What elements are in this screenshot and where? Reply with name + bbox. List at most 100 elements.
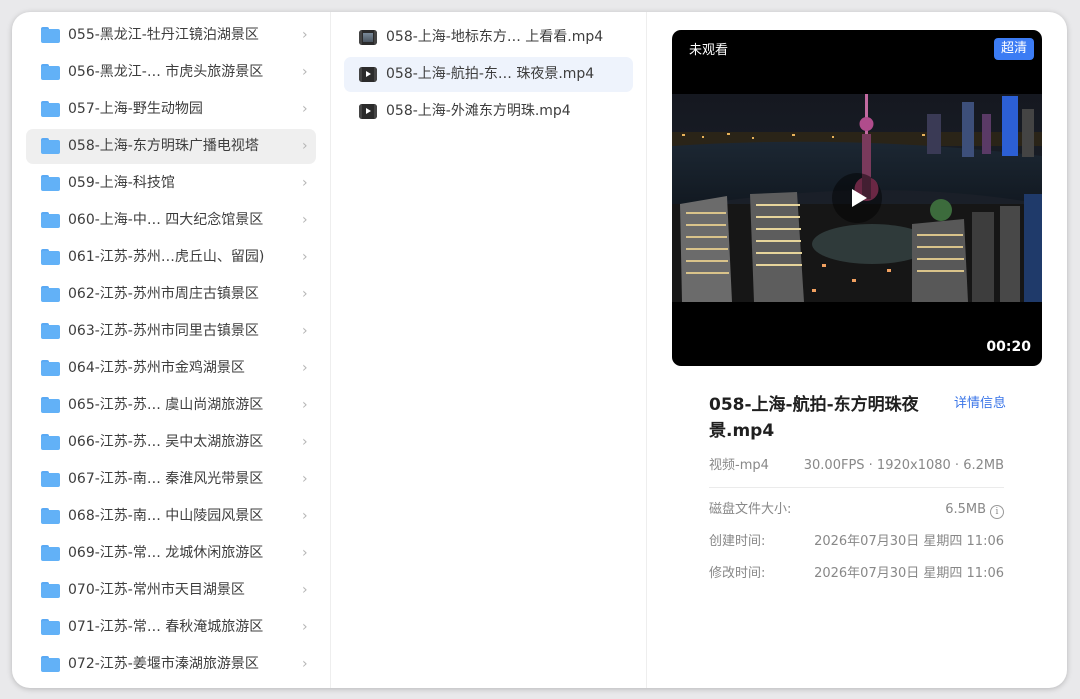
folder-icon: [41, 582, 60, 598]
folder-item[interactable]: 072-江苏-姜堰市溱湖旅游景区 ›: [26, 647, 316, 682]
disk-size-value-group: 6.5MB i: [945, 501, 1004, 519]
folder-label: 069-江苏-常… 龙城休闲旅游区: [68, 545, 264, 561]
folder-icon: [41, 27, 60, 43]
folder-icon: [41, 619, 60, 635]
chevron-right-icon: ›: [302, 175, 308, 191]
folder-item[interactable]: 056-黑龙江-… 市虎头旅游景区 ›: [26, 55, 316, 90]
file-label: 058-上海-外滩东方明珠.mp4: [386, 103, 571, 119]
file-item[interactable]: 058-上海-外滩东方明珠.mp4: [344, 94, 633, 129]
folder-icon: [41, 434, 60, 450]
watch-status-label: 未观看: [689, 43, 729, 58]
video-file-icon: [359, 30, 377, 45]
preview-panel: 未观看 超清 00:20 058-上海-航拍-东方明珠夜景.mp4 详情信息 视…: [646, 12, 1067, 688]
folder-item[interactable]: 062-江苏-苏州市周庄古镇景区 ›: [26, 277, 316, 312]
folder-icon: [41, 471, 60, 487]
chevron-right-icon: ›: [302, 101, 308, 117]
file-column[interactable]: 058-上海-地标东方… 上看看.mp4 058-上海-航拍-东… 珠夜景.mp…: [330, 12, 647, 688]
details-link[interactable]: 详情信息: [954, 395, 1006, 413]
file-label: 058-上海-地标东方… 上看看.mp4: [386, 29, 604, 45]
folder-item[interactable]: 070-江苏-常州市天目湖景区 ›: [26, 573, 316, 608]
folder-label: 058-上海-东方明珠广播电视塔: [68, 138, 259, 154]
folder-label: 063-江苏-苏州市同里古镇景区: [68, 323, 259, 339]
chevron-right-icon: ›: [302, 64, 308, 80]
file-item[interactable]: 058-上海-地标东方… 上看看.mp4: [344, 20, 633, 55]
file-label: 058-上海-航拍-东… 珠夜景.mp4: [386, 66, 595, 82]
folder-label: 066-江苏-苏… 吴中太湖旅游区: [68, 434, 264, 450]
folder-label: 062-江苏-苏州市周庄古镇景区: [68, 286, 259, 302]
quality-badge: 超清: [993, 38, 1034, 60]
file-item-selected[interactable]: 058-上海-航拍-东… 珠夜景.mp4: [344, 57, 633, 92]
modified-time-value: 2026年07月30日 星期四 11:06: [814, 566, 1004, 581]
folder-label: 071-江苏-常… 春秋淹城旅游区: [68, 619, 264, 635]
disk-size-value: 6.5MB: [945, 502, 986, 517]
folder-icon: [41, 323, 60, 339]
folder-item-selected[interactable]: 058-上海-东方明珠广播电视塔 ›: [26, 129, 316, 164]
folder-icon: [41, 360, 60, 376]
folder-item[interactable]: 065-江苏-苏… 虞山尚湖旅游区 ›: [26, 388, 316, 423]
file-type: 视频-mp4: [709, 458, 769, 473]
folder-label: 065-江苏-苏… 虞山尚湖旅游区: [68, 397, 264, 413]
folder-label: 068-江苏-南… 中山陵园风景区: [68, 508, 264, 524]
chevron-right-icon: ›: [302, 138, 308, 154]
chevron-right-icon: ›: [302, 286, 308, 302]
folder-item[interactable]: 067-江苏-南… 秦淮风光带景区 ›: [26, 462, 316, 497]
folder-item[interactable]: 071-江苏-常… 春秋淹城旅游区 ›: [26, 610, 316, 645]
chevron-right-icon: ›: [302, 360, 308, 376]
video-duration: 00:20: [986, 339, 1031, 355]
play-button[interactable]: [832, 173, 882, 223]
folder-label: 055-黑龙江-牡丹江镜泊湖景区: [68, 27, 259, 43]
folder-label: 056-黑龙江-… 市虎头旅游景区: [68, 64, 264, 80]
folder-item[interactable]: 061-江苏-苏州…虎丘山、留园) ›: [26, 240, 316, 275]
folder-icon: [41, 286, 60, 302]
modified-time-label: 修改时间:: [709, 566, 766, 581]
created-time-label: 创建时间:: [709, 534, 766, 549]
chevron-right-icon: ›: [302, 619, 308, 635]
preview-file-title: 058-上海-航拍-东方明珠夜景.mp4: [709, 395, 919, 441]
folder-column[interactable]: 055-黑龙江-牡丹江镜泊湖景区 › 056-黑龙江-… 市虎头旅游景区 › 0…: [12, 12, 328, 688]
chevron-right-icon: ›: [302, 212, 308, 228]
folder-label: 059-上海-科技馆: [68, 175, 175, 191]
folder-label: 060-上海-中… 四大纪念馆景区: [68, 212, 264, 228]
folder-item[interactable]: 059-上海-科技馆 ›: [26, 166, 316, 201]
folder-item[interactable]: 060-上海-中… 四大纪念馆景区 ›: [26, 203, 316, 238]
folder-icon: [41, 175, 60, 191]
folder-item[interactable]: 064-江苏-苏州市金鸡湖景区 ›: [26, 351, 316, 386]
info-icon[interactable]: i: [990, 505, 1004, 519]
folder-icon: [41, 545, 60, 561]
folder-icon: [41, 101, 60, 117]
folder-item[interactable]: 066-江苏-苏… 吴中太湖旅游区 ›: [26, 425, 316, 460]
chevron-right-icon: ›: [302, 434, 308, 450]
folder-icon: [41, 138, 60, 154]
folder-icon: [41, 397, 60, 413]
chevron-right-icon: ›: [302, 545, 308, 561]
folder-item[interactable]: 057-上海-野生动物园 ›: [26, 92, 316, 127]
chevron-right-icon: ›: [302, 471, 308, 487]
folder-item[interactable]: 069-江苏-常… 龙城休闲旅游区 ›: [26, 536, 316, 571]
video-file-icon: [359, 104, 377, 119]
video-preview[interactable]: 未观看 超清 00:20: [672, 30, 1042, 366]
folder-label: 064-江苏-苏州市金鸡湖景区: [68, 360, 245, 376]
folder-label: 067-江苏-南… 秦淮风光带景区: [68, 471, 264, 487]
play-icon: [852, 189, 867, 207]
chevron-right-icon: ›: [302, 397, 308, 413]
divider: [709, 487, 1004, 488]
disk-size-label: 磁盘文件大小:: [709, 502, 792, 517]
folder-label: 072-江苏-姜堰市溱湖旅游景区: [68, 656, 259, 672]
folder-icon: [41, 64, 60, 80]
folder-item[interactable]: 068-江苏-南… 中山陵园风景区 ›: [26, 499, 316, 534]
created-time-value: 2026年07月30日 星期四 11:06: [814, 534, 1004, 549]
folder-item[interactable]: 055-黑龙江-牡丹江镜泊湖景区 ›: [26, 18, 316, 53]
folder-icon: [41, 508, 60, 524]
folder-label: 057-上海-野生动物园: [68, 101, 203, 117]
video-spec: 30.00FPS · 1920x1080 · 6.2MB: [803, 458, 1004, 473]
folder-label: 070-江苏-常州市天目湖景区: [68, 582, 245, 598]
chevron-right-icon: ›: [302, 508, 308, 524]
video-file-icon: [359, 67, 377, 82]
chevron-right-icon: ›: [302, 249, 308, 265]
folder-item[interactable]: 063-江苏-苏州市同里古镇景区 ›: [26, 314, 316, 349]
folder-icon: [41, 249, 60, 265]
chevron-right-icon: ›: [302, 656, 308, 672]
folder-label: 061-江苏-苏州…虎丘山、留园): [68, 249, 265, 265]
chevron-right-icon: ›: [302, 323, 308, 339]
chevron-right-icon: ›: [302, 27, 308, 43]
